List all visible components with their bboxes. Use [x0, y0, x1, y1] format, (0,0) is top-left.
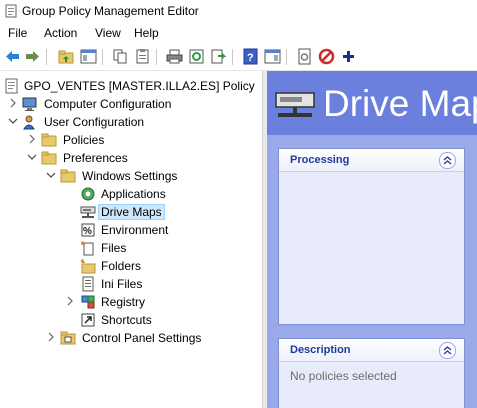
refresh-icon[interactable]	[188, 48, 205, 65]
drive-map-icon	[275, 92, 315, 117]
collapse-icon[interactable]	[439, 152, 456, 169]
ini-file-icon	[82, 276, 94, 292]
folder-icon	[41, 151, 57, 165]
details-pane: Drive Maps Processing Description No pol…	[267, 71, 477, 408]
show-hide-tree-icon[interactable]	[80, 48, 97, 65]
applications-icon	[81, 187, 95, 201]
tree-node-registry[interactable]: Registry	[0, 293, 260, 311]
content-title: Drive Maps	[323, 83, 477, 124]
tree-node-user-configuration[interactable]: User Configuration	[0, 113, 260, 131]
control-panel-folder-icon	[60, 331, 76, 345]
console-tree: GPO_VENTES [MASTER.ILLA2.ES] Policy Comp…	[0, 71, 262, 408]
chevron-down-icon[interactable]	[26, 151, 38, 163]
tree-label-control-panel-settings: Control Panel Settings	[82, 331, 202, 345]
forward-icon[interactable]	[24, 48, 41, 65]
tree-node-policies[interactable]: Policies	[0, 131, 260, 149]
tree-node-computer-configuration[interactable]: Computer Configuration	[0, 95, 260, 113]
stop-icon[interactable]	[318, 48, 335, 65]
environment-icon: %	[81, 223, 95, 237]
menu-action[interactable]: Action	[44, 26, 77, 40]
tree-node-environment[interactable]: % Environment	[0, 221, 260, 239]
chevron-right-icon[interactable]	[64, 295, 76, 307]
chevron-down-icon[interactable]	[7, 115, 19, 127]
tree-label-windows-settings: Windows Settings	[82, 169, 178, 183]
toolbar: ?	[0, 44, 477, 71]
description-panel-header[interactable]: Description	[279, 339, 464, 362]
tree-label-applications: Applications	[101, 187, 166, 201]
policy-document-icon	[5, 78, 18, 94]
svg-text:%: %	[83, 226, 92, 237]
menu-help[interactable]: Help	[134, 26, 159, 40]
user-icon	[23, 115, 35, 130]
tree-node-ini-files[interactable]: Ini Files	[0, 275, 260, 293]
copy-icon[interactable]	[112, 48, 129, 65]
tree-node-folders[interactable]: Folders	[0, 257, 260, 275]
collapse-icon[interactable]	[439, 342, 456, 359]
description-text: No policies selected	[290, 369, 397, 383]
tree-label-root: GPO_VENTES [MASTER.ILLA2.ES] Policy	[24, 79, 255, 93]
title-bar: Group Policy Management Editor	[0, 0, 477, 22]
tree-node-windows-settings[interactable]: Windows Settings	[0, 167, 260, 185]
tree-node-drive-maps[interactable]: Drive Maps	[0, 203, 260, 221]
show-hide-action-pane-icon[interactable]	[264, 48, 281, 65]
chevron-right-icon[interactable]	[26, 133, 38, 145]
tree-label-folders: Folders	[101, 259, 142, 273]
folders-icon	[80, 259, 96, 274]
tree-label-environment: Environment	[101, 223, 169, 237]
folder-icon	[41, 133, 57, 147]
chevron-down-icon[interactable]	[45, 169, 57, 181]
help-icon[interactable]: ?	[242, 48, 259, 65]
menu-file[interactable]: File	[8, 26, 27, 40]
registry-icon	[81, 295, 95, 309]
paste-icon[interactable]	[134, 48, 151, 65]
processing-panel: Processing	[278, 148, 465, 325]
folder-icon	[60, 169, 76, 183]
tree-node-applications[interactable]: Applications	[0, 185, 260, 203]
drive-map-icon	[80, 206, 96, 218]
tree-label-preferences: Preferences	[63, 151, 128, 165]
tree-label-user-configuration: User Configuration	[44, 115, 145, 129]
tree-label-policies: Policies	[63, 133, 105, 147]
tree-node-preferences[interactable]: Preferences	[0, 149, 260, 167]
tree-label-registry: Registry	[101, 295, 146, 309]
chevron-right-icon[interactable]	[7, 97, 19, 109]
computer-icon	[22, 97, 37, 111]
tree-label-ini-files: Ini Files	[101, 277, 143, 291]
description-panel-title: Description	[290, 344, 351, 356]
tree-label-shortcuts: Shortcuts	[101, 313, 152, 327]
tree-label-files: Files	[101, 241, 127, 255]
window-title: Group Policy Management Editor	[22, 4, 199, 18]
tree-node-shortcuts[interactable]: Shortcuts	[0, 311, 260, 329]
description-panel: Description No policies selected	[278, 338, 465, 408]
tree-label-drive-maps: Drive Maps	[98, 204, 165, 220]
back-icon[interactable]	[4, 48, 21, 65]
group-policy-icon	[5, 4, 17, 18]
properties-icon[interactable]	[296, 48, 313, 65]
menu-bar: File Action View Help	[0, 22, 477, 44]
svg-text:?: ?	[247, 52, 254, 64]
processing-panel-header[interactable]: Processing	[279, 149, 464, 172]
tree-node-root[interactable]: GPO_VENTES [MASTER.ILLA2.ES] Policy	[0, 77, 260, 95]
print-icon[interactable]	[166, 48, 183, 65]
export-list-icon[interactable]	[210, 48, 227, 65]
shortcut-icon	[81, 313, 95, 327]
tree-node-files[interactable]: Files	[0, 239, 260, 257]
menu-view[interactable]: View	[95, 26, 121, 40]
tree-node-control-panel-settings[interactable]: Control Panel Settings	[0, 329, 260, 347]
add-icon[interactable]	[340, 48, 357, 65]
processing-panel-title: Processing	[290, 154, 350, 166]
files-icon	[80, 241, 94, 256]
tree-label-computer-configuration: Computer Configuration	[44, 97, 172, 111]
chevron-right-icon[interactable]	[45, 331, 57, 343]
up-folder-icon[interactable]	[58, 48, 75, 65]
